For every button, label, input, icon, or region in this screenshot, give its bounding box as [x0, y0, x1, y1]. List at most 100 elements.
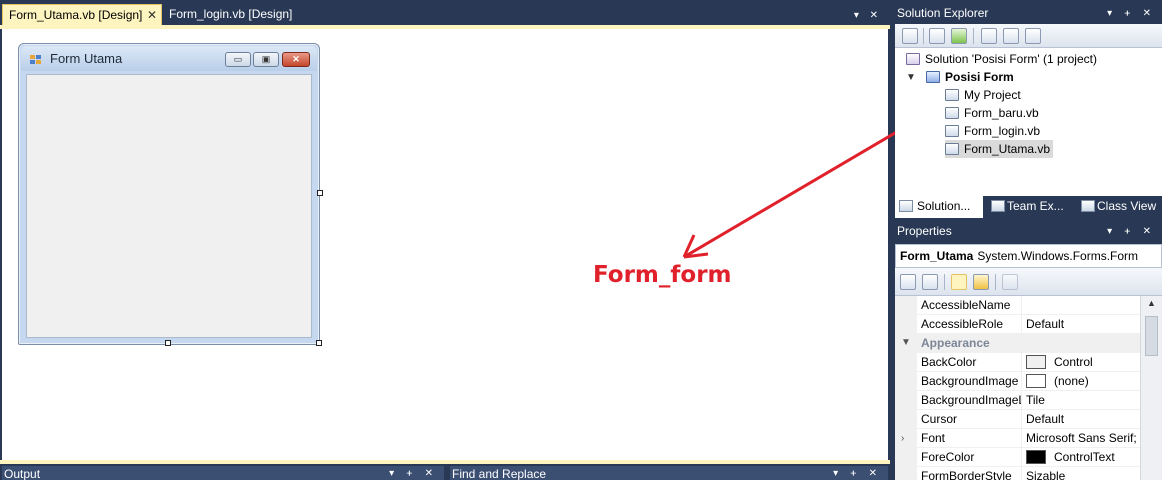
property-row[interactable]: AccessibleName [917, 296, 1140, 315]
categorized-icon[interactable] [900, 274, 916, 290]
tab-form-utama-design[interactable]: Form_Utama.vb [Design] ✕ [2, 4, 162, 25]
properties-scrollbar[interactable]: ▲ [1140, 296, 1162, 480]
toolbar-separator [973, 28, 974, 44]
close-icon[interactable]: ✕ [147, 5, 157, 26]
panel-controls-icon[interactable]: ▾ ᚐ ✕ [833, 466, 882, 480]
tab-dropdown-icon[interactable]: ▾ ✕ [854, 10, 882, 21]
property-row[interactable]: ForeColor ControlText [917, 448, 1140, 467]
tab-class-view[interactable]: Class View [1077, 196, 1156, 218]
color-swatch [1026, 450, 1046, 464]
property-value[interactable]: Default [1021, 410, 1064, 428]
tree-item-form-utama[interactable]: Form_Utama.vb [945, 140, 1054, 158]
property-value[interactable]: Microsoft Sans Serif; 8 [1021, 429, 1140, 447]
tree-item-form-login[interactable]: Form_login.vb [945, 122, 1040, 140]
property-gutter [895, 296, 917, 480]
property-row[interactable]: BackgroundImageLayout Tile [917, 391, 1140, 410]
tab-solution-explorer[interactable]: Solution... [895, 196, 983, 218]
panel-controls-icon[interactable]: ▾ ᚐ ✕ [389, 466, 438, 480]
chevron-down-icon[interactable]: ▼ [901, 334, 911, 352]
property-category[interactable]: ▼ Appearance [895, 334, 1140, 353]
properties-view-icon[interactable] [951, 274, 967, 290]
tree-item-solution[interactable]: Solution 'Posisi Form' (1 project) [906, 50, 1097, 68]
object-type: System.Windows.Forms.Form [977, 249, 1139, 263]
solution-explorer-icon [899, 200, 913, 212]
property-value[interactable]: Control [1021, 353, 1093, 371]
property-value[interactable]: Tile [1021, 391, 1045, 409]
tab-label: Class View [1097, 199, 1157, 213]
scrollbar-thumb[interactable] [1145, 316, 1158, 356]
view-code-icon[interactable] [981, 28, 997, 44]
form-title: Form Utama [50, 51, 123, 66]
tab-label: Form_login.vb [Design] [169, 7, 293, 21]
form-file-icon [945, 107, 959, 119]
tree-item-form-baru[interactable]: Form_baru.vb [945, 104, 1039, 122]
property-value-text: (none) [1054, 374, 1089, 388]
property-pages-icon[interactable] [1002, 274, 1018, 290]
property-value[interactable] [1021, 296, 1026, 314]
show-all-files-icon[interactable] [929, 28, 945, 44]
panel-title: Solution Explorer [897, 6, 989, 20]
chevron-down-icon[interactable]: ▼ [906, 72, 916, 83]
designed-form[interactable]: Form Utama ▭ ▣ ✕ [18, 43, 320, 345]
panel-controls-icon[interactable]: ▾ ᚐ ✕ [1107, 222, 1156, 241]
form-file-icon [945, 125, 959, 137]
tab-form-login-design[interactable]: Form_login.vb [Design] [163, 4, 303, 25]
toolbar-separator [923, 28, 924, 44]
events-icon[interactable] [973, 274, 989, 290]
property-value[interactable]: Default [1021, 315, 1064, 333]
property-name: AccessibleRole [921, 317, 1004, 331]
properties-icon[interactable] [902, 28, 918, 44]
property-name: AccessibleName [921, 298, 1011, 312]
alphabetical-icon[interactable] [922, 274, 938, 290]
resize-handle-bottom[interactable] [165, 340, 171, 346]
form-designer-surface[interactable]: Form Utama ▭ ▣ ✕ [2, 29, 888, 460]
properties-header: Properties ▾ ᚐ ✕ [895, 222, 1162, 242]
tab-label: Solution... [917, 199, 971, 213]
document-tab-strip: Form_Utama.vb [Design] ✕ Form_login.vb [… [0, 4, 890, 25]
tree-item-label: Solution 'Posisi Form' (1 project) [925, 52, 1097, 66]
properties-toolbar [895, 268, 1162, 296]
panel-controls-icon[interactable]: ▾ ᚐ ✕ [1107, 4, 1156, 23]
view-designer-icon[interactable] [1003, 28, 1019, 44]
property-row[interactable]: AccessibleRole Default [917, 315, 1140, 334]
category-name: Appearance [921, 336, 990, 350]
refresh-icon[interactable] [951, 28, 967, 44]
maximize-icon[interactable]: ▣ [253, 52, 279, 67]
resize-handle-right[interactable] [317, 190, 323, 196]
panel-title: Find and Replace [452, 467, 547, 480]
my-project-icon [945, 89, 959, 101]
tree-item-project[interactable]: Posisi Form [926, 68, 1014, 86]
property-row[interactable]: Font Microsoft Sans Serif; 8 [917, 429, 1140, 448]
chevron-right-icon[interactable]: › [901, 433, 904, 444]
tree-item-label: Form_baru.vb [964, 106, 1039, 120]
output-panel-header[interactable]: Output ▾ ᚐ ✕ [2, 466, 444, 480]
minimize-icon[interactable]: ▭ [225, 52, 251, 67]
close-icon[interactable]: ✕ [282, 52, 310, 67]
class-diagram-icon[interactable] [1025, 28, 1041, 44]
property-row[interactable]: BackColor Control [917, 353, 1140, 372]
form-client-area[interactable] [26, 74, 312, 338]
property-name: ForeColor [921, 450, 975, 464]
tab-label: Team Ex... [1007, 199, 1064, 213]
tree-item-label: Form_login.vb [964, 124, 1041, 138]
property-name: FormBorderStyle [921, 469, 1012, 480]
property-value[interactable]: ControlText [1021, 448, 1115, 466]
property-value[interactable]: Sizable [1021, 467, 1065, 480]
property-row[interactable]: Cursor Default [917, 410, 1140, 429]
solution-icon [906, 53, 920, 65]
scroll-up-icon[interactable]: ▲ [1147, 298, 1156, 308]
tab-label: Form_Utama.vb [Design] [9, 8, 143, 22]
property-row[interactable]: BackgroundImage (none) [917, 372, 1140, 391]
object-selector[interactable]: Form_Utama System.Windows.Forms.Form [895, 244, 1162, 268]
find-replace-panel-header[interactable]: Find and Replace ▾ ᚐ ✕ [450, 466, 888, 480]
property-row[interactable]: FormBorderStyle Sizable [917, 467, 1140, 480]
resize-handle-corner[interactable] [316, 340, 322, 346]
property-value-text: ControlText [1054, 450, 1115, 464]
panel-title: Output [4, 467, 41, 480]
property-name: BackgroundImage [921, 374, 1019, 388]
tree-item-my-project[interactable]: My Project [945, 86, 1021, 104]
property-value[interactable]: (none) [1021, 372, 1089, 390]
tab-team-explorer[interactable]: Team Ex... [987, 196, 1064, 218]
toolbar-separator [944, 274, 945, 290]
property-name: Cursor [921, 412, 958, 426]
